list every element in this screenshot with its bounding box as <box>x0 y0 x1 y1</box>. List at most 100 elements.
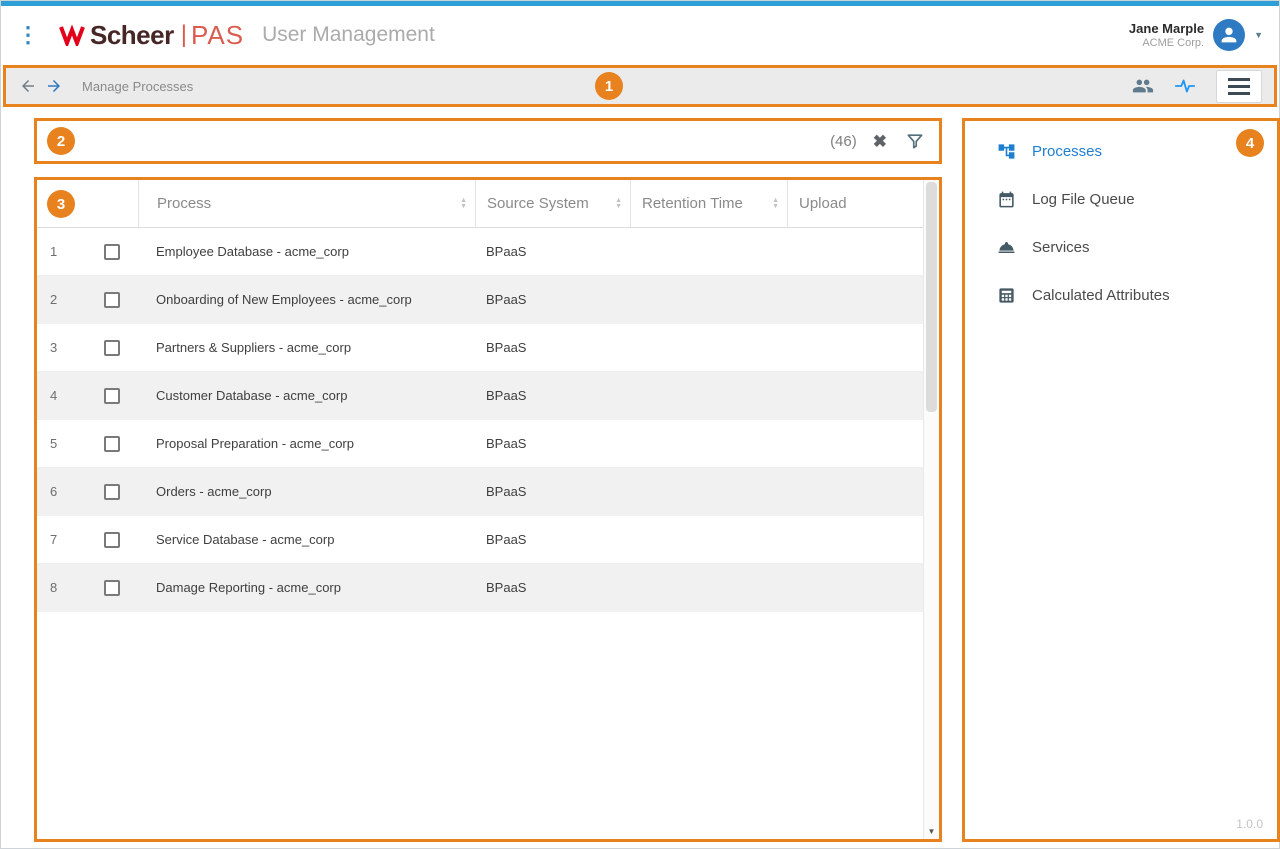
result-count: (46) <box>830 133 857 150</box>
row-checkbox-cell <box>85 324 138 371</box>
upload-cell <box>787 228 923 275</box>
sidebar-item-label: Processes <box>1032 143 1102 160</box>
table-body: 1Employee Database - acme_corpBPaaS2Onbo… <box>37 228 923 612</box>
row-checkbox[interactable] <box>104 340 120 356</box>
sort-icon[interactable]: ▲▼ <box>460 198 467 210</box>
retention-time-cell <box>630 420 787 467</box>
sidebar-item-services[interactable]: Services <box>965 223 1277 271</box>
retention-time-cell <box>630 276 787 323</box>
calculator-icon <box>997 286 1016 305</box>
table-row: 3Partners & Suppliers - acme_corpBPaaS <box>37 324 923 372</box>
logo-brand-text: Scheer <box>90 20 174 51</box>
process-cell: Proposal Preparation - acme_corp <box>138 420 475 467</box>
users-group-icon[interactable] <box>1132 75 1154 97</box>
row-checkbox-cell <box>85 372 138 419</box>
process-cell: Onboarding of New Employees - acme_corp <box>138 276 475 323</box>
row-checkbox[interactable] <box>104 244 120 260</box>
scroll-down-arrow-icon[interactable]: ▼ <box>924 827 939 836</box>
process-cell: Customer Database - acme_corp <box>138 372 475 419</box>
row-number: 1 <box>37 228 85 275</box>
annotation-badge-3: 3 <box>47 190 75 218</box>
row-checkbox-cell <box>85 420 138 467</box>
clear-filter-icon[interactable]: ✖ <box>873 133 887 150</box>
table-row: 5 Proposal Preparation - acme_corpBPaaS <box>37 420 923 468</box>
annotation-badge-2: 2 <box>47 127 75 155</box>
sort-icon[interactable]: ▲▼ <box>772 198 779 210</box>
table-row: 8Damage Reporting - acme_corpBPaaS <box>37 564 923 612</box>
source-system-cell: BPaaS <box>475 228 630 275</box>
column-header-source-system[interactable]: Source System ▲▼ <box>475 180 630 227</box>
row-number: 4 <box>37 372 85 419</box>
column-header-process[interactable]: Process ▲▼ <box>138 180 475 227</box>
hamburger-bar <box>1228 92 1250 95</box>
row-checkbox[interactable] <box>104 388 120 404</box>
app-header: ⋮ Scheer | PAS User Management Jane Marp… <box>1 6 1279 64</box>
sidebar-item-calculated-attributes[interactable]: Calculated Attributes <box>965 271 1277 319</box>
retention-time-cell <box>630 372 787 419</box>
toolbar-right <box>1132 70 1262 103</box>
row-checkbox[interactable] <box>104 292 120 308</box>
row-number: 5 <box>37 420 85 467</box>
hamburger-menu-button[interactable] <box>1216 70 1262 103</box>
user-menu-caret-icon[interactable]: ▼ <box>1254 30 1263 40</box>
search-input[interactable] <box>85 121 830 161</box>
activity-pulse-icon[interactable] <box>1174 75 1196 97</box>
process-cell: Orders - acme_corp <box>138 468 475 515</box>
row-number: 3 <box>37 324 85 371</box>
source-system-cell: BPaaS <box>475 372 630 419</box>
upload-cell <box>787 372 923 419</box>
scheer-pas-logo: Scheer | PAS <box>59 20 244 51</box>
source-system-cell: BPaaS <box>475 276 630 323</box>
row-checkbox[interactable] <box>104 484 120 500</box>
column-label: Process <box>157 195 211 212</box>
logo-product-text: PAS <box>191 20 244 51</box>
sidebar-item-label: Services <box>1032 239 1090 256</box>
process-cell: Damage Reporting - acme_corp <box>138 564 475 611</box>
annotation-badge-1: 1 <box>595 72 623 100</box>
column-header-retention-time[interactable]: Retention Time ▲▼ <box>630 180 787 227</box>
forward-arrow-icon[interactable] <box>44 76 64 96</box>
hamburger-bar <box>1228 85 1250 88</box>
service-dome-icon <box>997 238 1016 257</box>
breadcrumb: Manage Processes <box>82 79 193 94</box>
user-info: Jane Marple ACME Corp. <box>1129 21 1204 49</box>
user-organization: ACME Corp. <box>1129 37 1204 49</box>
row-checkbox-cell <box>85 516 138 563</box>
column-label: Upload <box>799 195 847 212</box>
upload-cell <box>787 276 923 323</box>
kebab-menu-icon[interactable]: ⋮ <box>17 24 31 46</box>
sidebar-item-label: Calculated Attributes <box>1032 287 1170 304</box>
scrollbar-thumb[interactable] <box>926 182 937 412</box>
process-filter-bar: (46) ✖ <box>34 118 942 164</box>
row-checkbox[interactable] <box>104 580 120 596</box>
column-label: Source System <box>487 195 589 212</box>
sort-icon[interactable]: ▲▼ <box>615 198 622 210</box>
source-system-cell: BPaaS <box>475 420 630 467</box>
back-arrow-icon[interactable] <box>18 76 38 96</box>
page-title: User Management <box>262 23 435 47</box>
upload-cell <box>787 564 923 611</box>
row-checkbox[interactable] <box>104 436 120 452</box>
log-analyzer-sidebar: Processes Log File Queue Services Calcul… <box>962 118 1280 842</box>
user-name: Jane Marple <box>1129 21 1204 36</box>
row-number: 8 <box>37 564 85 611</box>
breadcrumb-toolbar: Manage Processes <box>3 65 1277 107</box>
scheer-logo-mark-icon <box>59 24 85 46</box>
row-number: 2 <box>37 276 85 323</box>
retention-time-cell <box>630 516 787 563</box>
upload-cell <box>787 420 923 467</box>
vertical-scrollbar[interactable]: ▼ <box>923 180 939 839</box>
row-number: 6 <box>37 468 85 515</box>
user-avatar-icon[interactable] <box>1213 19 1245 51</box>
row-checkbox-cell <box>85 564 138 611</box>
row-checkbox[interactable] <box>104 532 120 548</box>
sidebar-item-log-file-queue[interactable]: Log File Queue <box>965 175 1277 223</box>
source-system-cell: BPaaS <box>475 324 630 371</box>
row-checkbox-cell <box>85 228 138 275</box>
filter-funnel-icon[interactable] <box>905 131 925 151</box>
upload-cell <box>787 324 923 371</box>
sidebar-item-processes[interactable]: Processes <box>965 127 1277 175</box>
table-row: 6Orders - acme_corpBPaaS <box>37 468 923 516</box>
row-checkbox-cell <box>85 468 138 515</box>
retention-time-cell <box>630 228 787 275</box>
